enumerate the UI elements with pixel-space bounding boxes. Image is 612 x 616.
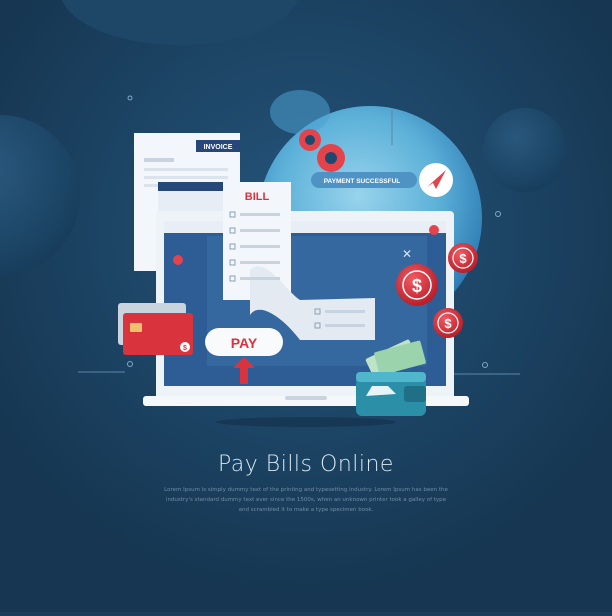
coin-2-symbol: $ <box>412 276 422 296</box>
bg-bubble-right <box>483 108 567 192</box>
close-icon <box>429 225 439 235</box>
description-text: Lorem Ipsum is simply dummy text of the … <box>164 487 448 513</box>
window-close-icon: ✕ <box>402 247 412 261</box>
pay-button[interactable]: PAY <box>205 328 283 356</box>
payment-status-text: PAYMENT SUCCESSFUL <box>324 178 401 185</box>
illustration-stage: INVOICE ✕ BILL PAYMENT SUCCESSFUL PAY $ … <box>0 0 612 612</box>
page-title: Pay Bills Online <box>218 452 394 477</box>
illustration-svg: INVOICE ✕ BILL PAYMENT SUCCESSFUL PAY $ … <box>0 0 612 612</box>
coin-3-symbol: $ <box>444 316 452 331</box>
bill-label: BILL <box>245 191 270 203</box>
laptop-shadow <box>216 417 396 427</box>
invoice-label: INVOICE <box>204 144 233 151</box>
credit-card <box>118 303 193 355</box>
coin-1-symbol: $ <box>459 251 467 266</box>
card-logo: $ <box>183 345 187 352</box>
home-icon <box>173 255 183 265</box>
cloud-shape <box>270 90 330 134</box>
pay-button-label: PAY <box>231 335 258 351</box>
